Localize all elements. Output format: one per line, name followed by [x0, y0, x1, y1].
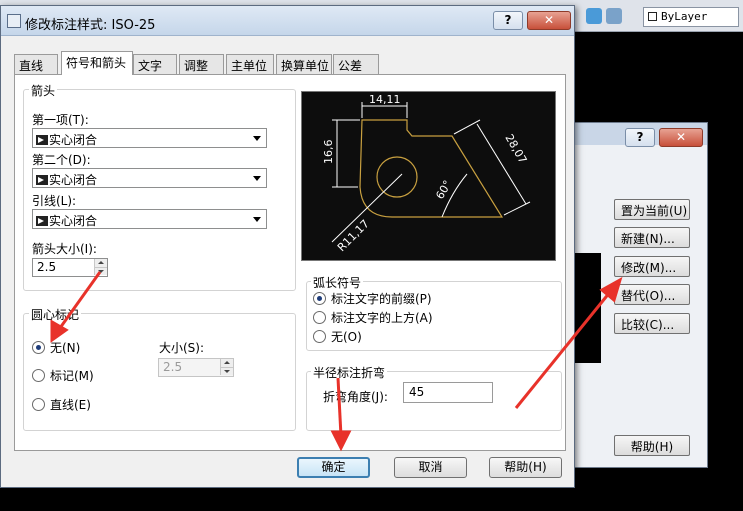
arrow-size-spinner[interactable]: 2.5 [32, 258, 108, 277]
layer-tool-icon[interactable] [606, 8, 622, 24]
spin-down-icon[interactable] [94, 267, 107, 275]
help-title-button[interactable]: ? [493, 11, 523, 30]
arc-above-radio[interactable]: 标注文字的上方(A) [313, 309, 433, 326]
manager-help-button[interactable]: ? [625, 128, 655, 147]
center-mark-size-value: 2.5 [163, 360, 183, 374]
dimension-style-manager-dialog: ? ✕ 置为当前(U) 新建(N)... 修改(M)... 替代(O)... 比… [560, 122, 708, 468]
center-mark-line-label: 直线(E) [50, 398, 91, 412]
preview-dim-radius: R11,17 [335, 217, 372, 254]
center-mark-none-label: 无(N) [50, 341, 81, 355]
arrow-size-stepper[interactable] [94, 259, 107, 276]
closed-filled-arrow-icon [36, 135, 48, 145]
preview-ext-line [503, 201, 531, 216]
preview-radius-leader [331, 173, 403, 243]
center-mark-line-radio[interactable]: 直线(E) [32, 396, 91, 413]
jog-angle-input[interactable]: 45 [403, 382, 493, 403]
dimension-preview: 14,11 16,6 28,07 60° R11,17 [301, 91, 556, 261]
radius-jog-group-title: 半径标注折弯 [311, 364, 388, 381]
manager-titlebar: ? ✕ [561, 123, 707, 147]
arc-prefix-radio[interactable]: 标注文字的前缀(P) [313, 290, 432, 307]
jog-angle-label: 折弯角度(J): [323, 390, 388, 404]
dialog-titlebar[interactable]: 修改标注样式: ISO-25 ? ✕ [1, 6, 574, 36]
tab-alternate-units[interactable]: 换算单位 [276, 54, 332, 74]
tab-primary-units[interactable]: 主单位 [226, 54, 274, 74]
chevron-down-icon [253, 217, 261, 222]
preview-hole-circle [376, 156, 418, 198]
spin-up-icon[interactable] [220, 359, 233, 367]
preview-ext-line [453, 119, 481, 135]
manager-preview [571, 253, 601, 363]
second-arrow-label: 第二个(D): [32, 153, 91, 167]
arc-none-radio[interactable]: 无(O) [313, 328, 362, 345]
layer-icon[interactable] [586, 8, 602, 24]
first-arrow-value: 实心闭合 [49, 133, 98, 147]
override-style-button[interactable]: 替代(O)... [614, 284, 690, 305]
dialog-title: 修改标注样式: ISO-25 [25, 18, 156, 33]
cancel-button[interactable]: 取消 [394, 457, 467, 478]
radio-icon [313, 311, 326, 324]
center-mark-mark-label: 标记(M) [50, 369, 94, 383]
radio-checked-icon [32, 341, 45, 354]
color-swatch-icon [648, 12, 657, 21]
manager-close-button[interactable]: ✕ [659, 128, 703, 147]
tab-lines[interactable]: 直线 [14, 54, 58, 74]
arc-length-group-title: 弧长符号 [311, 274, 364, 291]
closed-filled-arrow-icon [36, 175, 48, 185]
arrow-size-value: 2.5 [37, 260, 57, 274]
first-arrow-label: 第一项(T): [32, 113, 89, 127]
layer-combo[interactable]: ByLayer [643, 7, 739, 27]
modify-dimension-style-dialog: 修改标注样式: ISO-25 ? ✕ 直线 符号和箭头 文字 调整 主单位 换算… [0, 5, 575, 488]
arrow-size-label: 箭头大小(I): [32, 242, 97, 256]
center-mark-mark-radio[interactable]: 标记(M) [32, 367, 94, 384]
center-mark-size-label: 大小(S): [159, 341, 205, 355]
leader-arrow-value: 实心闭合 [49, 214, 98, 228]
center-mark-size-stepper[interactable] [220, 359, 233, 376]
center-mark-size-spinner[interactable]: 2.5 [158, 358, 234, 377]
radio-icon [32, 369, 45, 382]
arc-none-label: 无(O) [331, 330, 362, 344]
center-mark-none-radio[interactable]: 无(N) [32, 339, 80, 356]
tab-symbols-arrows[interactable]: 符号和箭头 [61, 51, 133, 75]
spin-down-icon[interactable] [220, 367, 233, 375]
first-arrow-select[interactable]: 实心闭合 [32, 128, 267, 148]
set-current-button[interactable]: 置为当前(U) [614, 199, 690, 220]
compare-style-button[interactable]: 比较(C)... [614, 313, 690, 334]
preview-dim-diag: 28,07 [502, 132, 529, 166]
help-button[interactable]: 帮助(H) [489, 457, 562, 478]
manager-help-bottom-button[interactable]: 帮助(H) [614, 435, 690, 456]
radio-checked-icon [313, 292, 326, 305]
tab-text[interactable]: 文字 [133, 54, 177, 74]
arc-above-label: 标注文字的上方(A) [331, 311, 433, 325]
app-icon [7, 14, 21, 28]
arc-prefix-label: 标注文字的前缀(P) [331, 292, 432, 306]
radio-icon [32, 398, 45, 411]
tab-tolerances[interactable]: 公差 [333, 54, 379, 74]
preview-dim-top: 14,11 [369, 93, 401, 106]
second-arrow-value: 实心闭合 [49, 173, 98, 187]
center-marks-group-title: 圆心标记 [29, 306, 82, 323]
layer-combo-value: ByLayer [661, 10, 708, 23]
closed-filled-arrow-icon [36, 216, 48, 226]
preview-part-outline [359, 119, 504, 218]
ok-button[interactable]: 确定 [297, 457, 370, 478]
chevron-down-icon [253, 136, 261, 141]
second-arrow-select[interactable]: 实心闭合 [32, 168, 267, 188]
arrowheads-group-title: 箭头 [29, 82, 58, 99]
leader-arrow-select[interactable]: 实心闭合 [32, 209, 267, 229]
spin-up-icon[interactable] [94, 259, 107, 267]
new-style-button[interactable]: 新建(N)... [614, 227, 690, 248]
tab-fit[interactable]: 调整 [179, 54, 224, 74]
modify-style-button[interactable]: 修改(M)... [614, 256, 690, 277]
chevron-down-icon [253, 176, 261, 181]
preview-drawing: 14,11 16,6 28,07 60° R11,17 [322, 93, 531, 254]
preview-dim-left: 16,6 [322, 140, 335, 165]
radio-icon [313, 330, 326, 343]
leader-arrow-label: 引线(L): [32, 194, 77, 208]
close-button[interactable]: ✕ [527, 11, 571, 30]
